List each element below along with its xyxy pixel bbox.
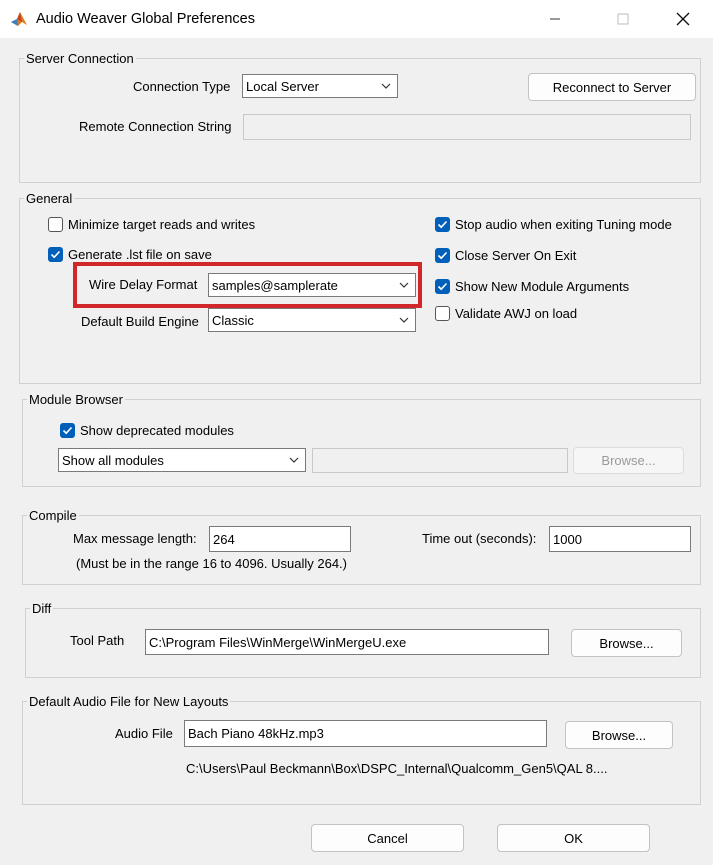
- matlab-logo-icon: [10, 10, 28, 28]
- max-message-input[interactable]: 264: [209, 526, 351, 552]
- reconnect-button[interactable]: Reconnect to Server: [528, 73, 696, 101]
- module-path-input[interactable]: [312, 448, 568, 473]
- wire-delay-select[interactable]: samples@samplerate: [208, 273, 416, 297]
- stop-audio-label: Stop audio when exiting Tuning mode: [455, 217, 672, 232]
- module-filter-value: Show all modules: [62, 452, 164, 468]
- audio-full-path: C:\Users\Paul Beckmann\Box\DSPC_Internal…: [186, 761, 608, 776]
- chevron-down-icon: [399, 317, 409, 323]
- show-args-checkbox[interactable]: [435, 279, 450, 294]
- server-connection-title: Server Connection: [24, 51, 136, 67]
- timeout-label: Time out (seconds):: [422, 531, 537, 546]
- connection-type-label: Connection Type: [133, 79, 231, 94]
- remote-connection-input[interactable]: [243, 114, 691, 140]
- diff-browse-button[interactable]: Browse...: [571, 629, 682, 657]
- checkmark-icon: [50, 250, 61, 259]
- tool-path-label: Tool Path: [70, 633, 125, 648]
- generate-lst-checkbox[interactable]: [48, 247, 63, 262]
- maximize-icon: [617, 13, 629, 25]
- wire-delay-value: samples@samplerate: [212, 277, 338, 293]
- checkmark-icon: [437, 251, 448, 260]
- general-title: General: [24, 191, 75, 207]
- module-browser-title: Module Browser: [27, 392, 125, 408]
- checkmark-icon: [62, 426, 73, 435]
- maximize-button: [600, 4, 646, 34]
- timeout-input[interactable]: 1000: [549, 526, 691, 552]
- chevron-down-icon: [381, 83, 391, 89]
- minimize-reads-label: Minimize target reads and writes: [68, 217, 256, 232]
- build-engine-select[interactable]: Classic: [208, 308, 416, 332]
- chevron-down-icon: [289, 457, 299, 463]
- build-engine-label: Default Build Engine: [81, 314, 199, 329]
- connection-type-select[interactable]: Local Server: [242, 74, 398, 98]
- minimize-icon: [550, 18, 560, 20]
- minimize-reads-checkbox[interactable]: [48, 217, 63, 232]
- generate-lst-label: Generate .lst file on save: [68, 247, 212, 262]
- close-server-checkbox[interactable]: [435, 248, 450, 263]
- remote-connection-label: Remote Connection String: [79, 119, 232, 134]
- close-button[interactable]: [660, 4, 706, 34]
- connection-type-value: Local Server: [246, 78, 319, 94]
- checkmark-icon: [437, 220, 448, 229]
- show-deprecated-label: Show deprecated modules: [80, 423, 234, 438]
- validate-awj-checkbox[interactable]: [435, 306, 450, 321]
- wire-delay-label: Wire Delay Format: [89, 277, 198, 292]
- cancel-button[interactable]: Cancel: [311, 824, 464, 852]
- audio-file-label: Audio File: [115, 726, 173, 741]
- show-deprecated-checkbox[interactable]: [60, 423, 75, 438]
- max-message-label: Max message length:: [73, 531, 197, 546]
- range-note: (Must be in the range 16 to 4096. Usuall…: [76, 556, 347, 571]
- ok-button[interactable]: OK: [497, 824, 650, 852]
- tool-path-input[interactable]: C:\Program Files\WinMerge\WinMergeU.exe: [145, 629, 549, 655]
- build-engine-value: Classic: [212, 312, 254, 328]
- diff-title: Diff: [30, 601, 54, 617]
- show-args-label: Show New Module Arguments: [455, 279, 630, 294]
- audio-file-group: [22, 701, 701, 805]
- window-title: Audio Weaver Global Preferences: [36, 11, 255, 27]
- stop-audio-checkbox[interactable]: [435, 217, 450, 232]
- audio-file-input[interactable]: Bach Piano 48kHz.mp3: [184, 720, 547, 747]
- close-icon: [676, 12, 690, 26]
- audio-browse-button[interactable]: Browse...: [565, 721, 673, 749]
- checkmark-icon: [437, 282, 448, 291]
- minimize-button[interactable]: [532, 4, 578, 34]
- module-browse-button[interactable]: Browse...: [573, 447, 684, 474]
- chevron-down-icon: [399, 282, 409, 288]
- validate-awj-label: Validate AWJ on load: [455, 306, 578, 321]
- module-filter-select[interactable]: Show all modules: [58, 448, 306, 472]
- close-server-label: Close Server On Exit: [455, 248, 577, 263]
- compile-title: Compile: [27, 508, 79, 524]
- audio-file-title: Default Audio File for New Layouts: [27, 694, 231, 710]
